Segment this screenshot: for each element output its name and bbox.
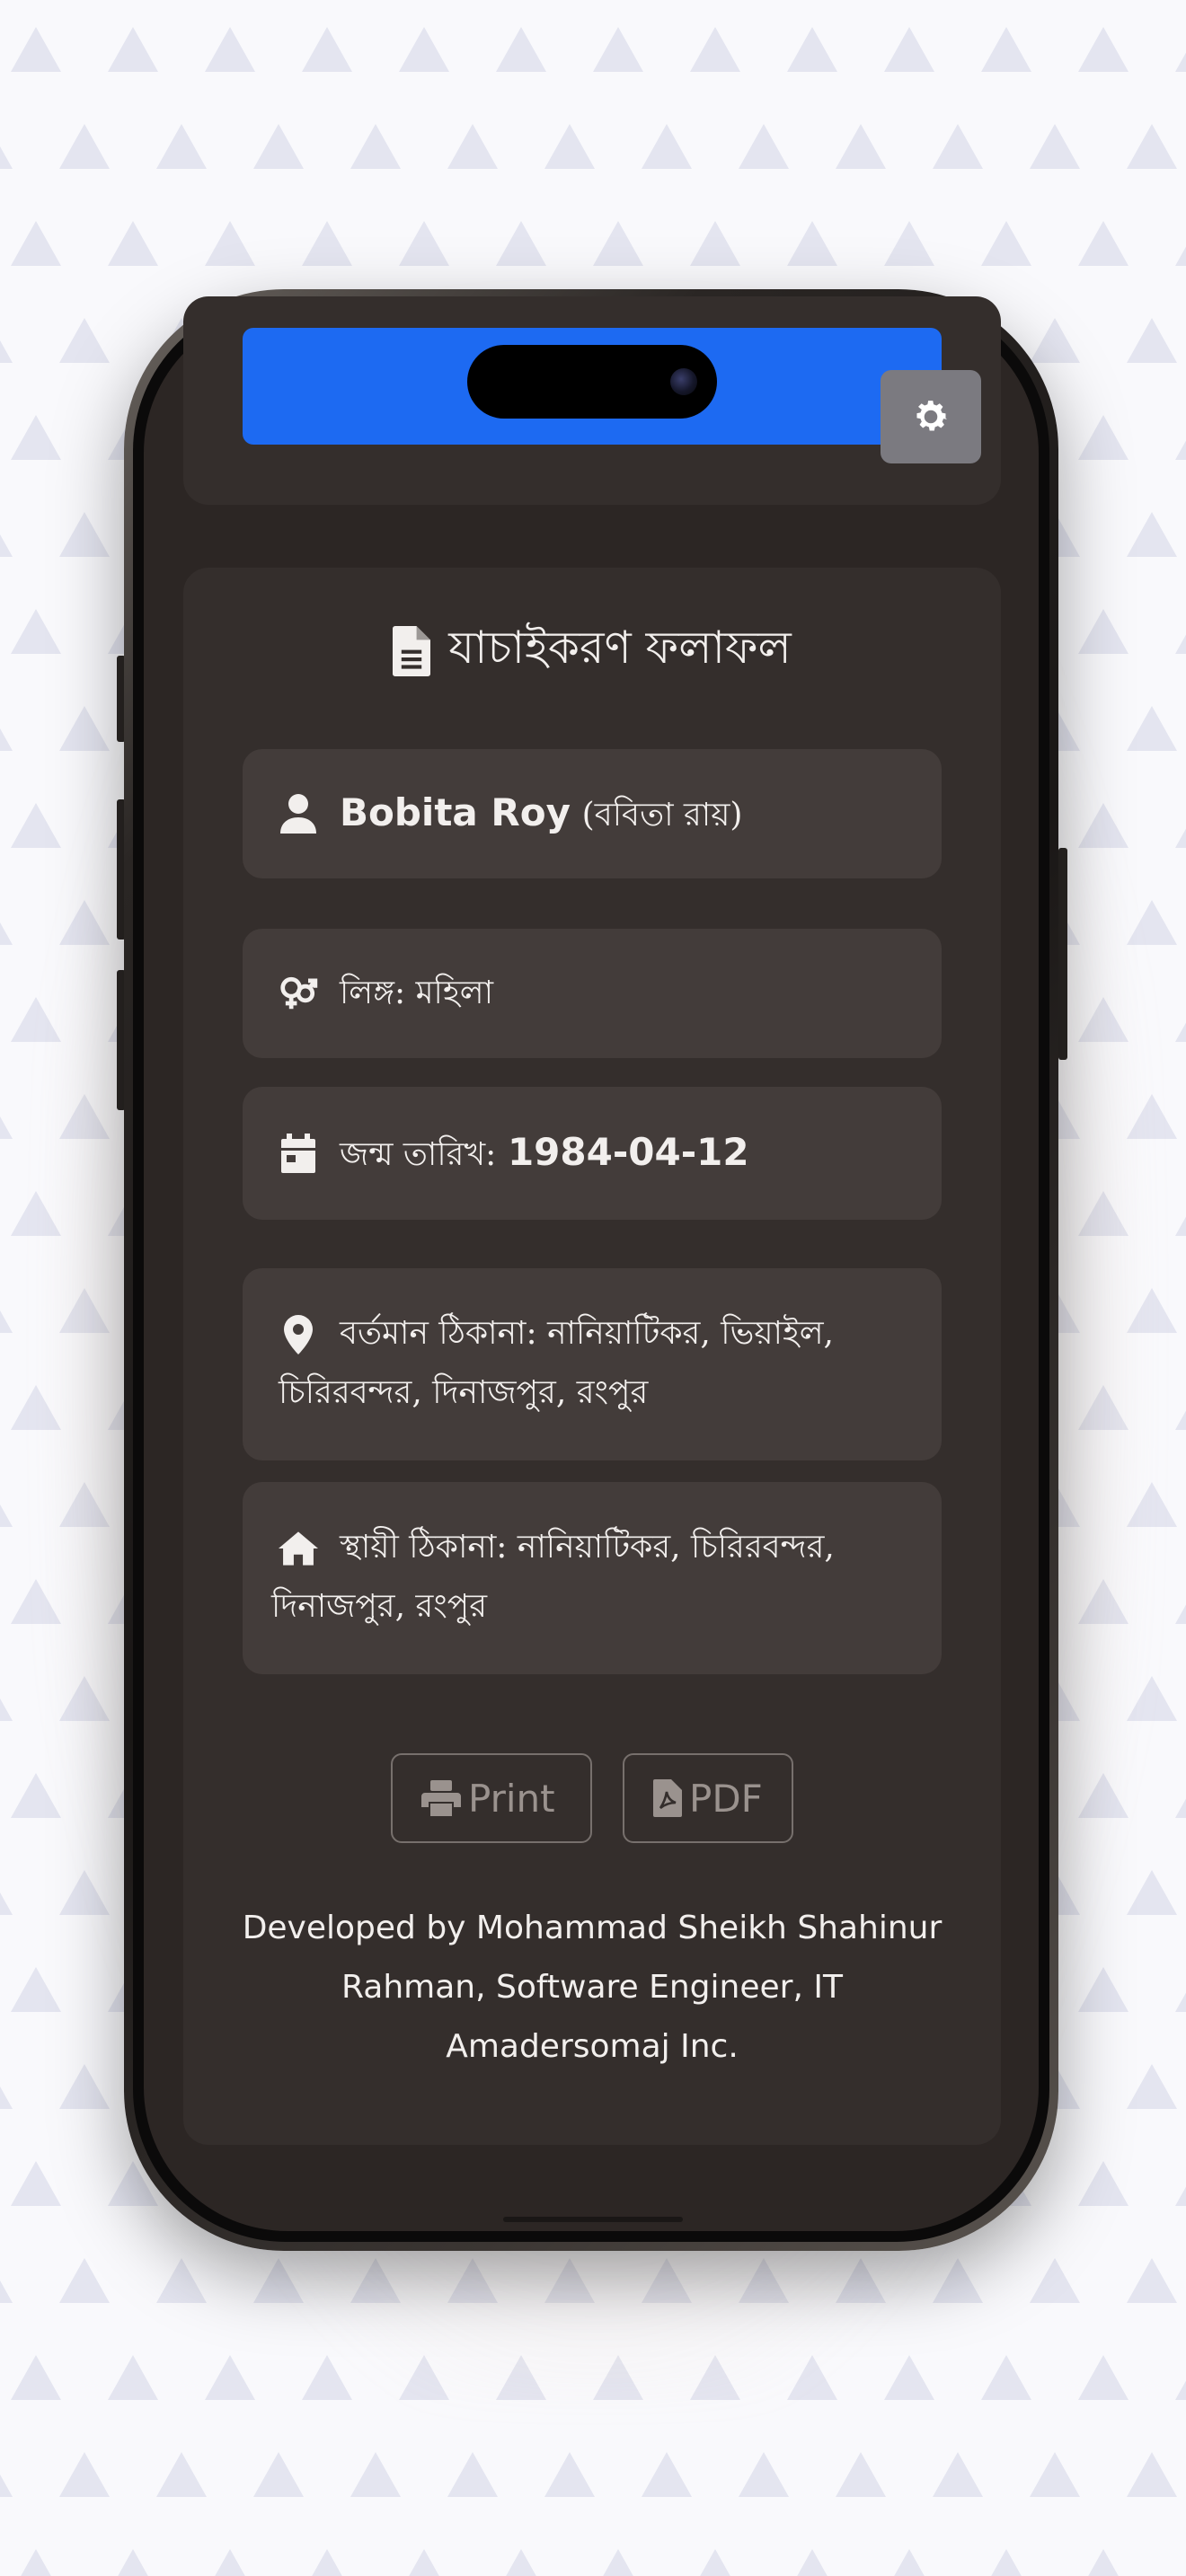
home-icon [279,1529,318,1568]
present-address-line1: বর্তমান ঠিকানা: নানিয়াটিকর, ভিয়াইল, [340,1315,834,1352]
result-title: যাচাইকরণ ফলাফল [183,611,1001,692]
front-camera-icon [670,368,697,395]
footer-line-1: Developed by Mohammad Sheikh Shahinur [242,1910,943,1946]
name-field: Bobita Roy (ববিতা রায়) [243,749,942,878]
gender-icon [279,972,318,1015]
user-icon [279,794,318,834]
permanent-address-field: স্থায়ী ঠিকানা: নানিয়াটিকর, চিরিরবন্দর,… [243,1482,942,1674]
present-address-line2: চিরিরবন্দর, দিনাজপুর, রংপুর [279,1374,649,1411]
gear-icon [916,401,948,431]
birth-date-label: জন্ম তারিখ: [340,1135,497,1173]
printer-icon [421,1780,461,1816]
document-icon [393,626,431,676]
birth-date-field: জন্ম তারিখ: 1984-04-12 [243,1087,942,1220]
pdf-file-icon [653,1779,682,1817]
gender-text: লিঙ্গ: মহিলা [340,975,494,1011]
permanent-address-line2: দিনাজপুর, রংপুর [271,1588,488,1625]
location-pin-icon [279,1315,318,1354]
footer-line-3: Amadersomaj Inc. [446,2028,739,2065]
developer-credit: Developed by Mohammad Sheikh Shahinur Ra… [234,1899,951,2077]
print-label: Print [468,1776,555,1821]
name-bangla: (ববিতা রায়) [581,796,743,834]
dynamic-island [467,345,717,419]
pdf-button[interactable]: PDF [623,1753,793,1843]
permanent-address-line1: স্থায়ী ঠিকানা: নানিয়াটিকর, চিরিরবন্দর, [340,1529,835,1566]
settings-button[interactable] [881,370,981,463]
action-buttons: Print PDF [183,1753,1001,1847]
name-english: Bobita Roy [340,790,571,834]
calendar-icon [279,1134,318,1173]
birth-date-value: 1984-04-12 [507,1129,749,1174]
phone-power-button [1058,848,1067,1060]
present-address-field: বর্তমান ঠিকানা: নানিয়াটিকর, ভিয়াইল, চি… [243,1268,942,1460]
footer-line-2: Rahman, Software Engineer, IT [341,1969,843,2006]
gender-field: লিঙ্গ: মহিলা [243,929,942,1058]
home-indicator [503,2217,683,2222]
pdf-label: PDF [689,1776,763,1821]
result-title-text: যাচাইকরণ ফলাফল [448,621,792,674]
print-button[interactable]: Print [391,1753,592,1843]
